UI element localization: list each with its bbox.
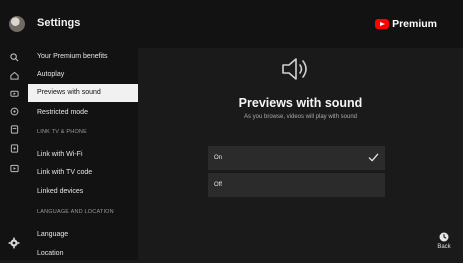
nav-rail [0,48,28,260]
back-button[interactable]: Back [430,232,458,250]
speaker-icon [282,58,307,80]
sidebar-item-link-tv-code[interactable]: Link with TV code [28,164,138,182]
checkmark-icon [368,153,379,162]
sidebar-item-previews-with-sound[interactable]: Previews with sound [28,84,138,102]
movies-icon[interactable] [10,144,19,153]
history-icon[interactable] [10,125,19,134]
library-icon[interactable] [10,107,19,116]
settings-menu: Your Premium benefits Autoplay Previews … [28,48,138,260]
option-off[interactable]: Off [208,173,385,197]
sidebar-item-premium-benefits[interactable]: Your Premium benefits [28,48,138,66]
sidebar-item-restricted-mode[interactable]: Restricted mode [28,104,138,122]
option-off-label: Off [214,182,222,188]
search-icon[interactable] [10,53,19,62]
gear-icon[interactable] [8,237,20,249]
panel-heading: Previews with sound [238,96,363,110]
section-header-language: LANGUAGE AND LOCATION [37,209,114,215]
main-panel: Previews with sound As you browse, video… [138,48,463,260]
sidebar-item-autoplay[interactable]: Autoplay [28,66,138,84]
sidebar-item-linked-devices[interactable]: Linked devices [28,183,138,201]
subscriptions-icon[interactable] [10,89,19,98]
sidebar-item-link-wifi[interactable]: Link with Wi-Fi [28,146,138,164]
option-on-label: On [214,155,223,161]
brand-text: Premium [392,18,437,30]
section-header-link-tv: LINK TV & PHONE [37,129,87,135]
brand-logo: Premium [375,18,437,30]
home-icon[interactable] [10,71,19,80]
sidebar-item-location[interactable]: Location [28,245,138,263]
top-bar: Settings Premium [0,0,463,48]
panel-subtitle: As you browse, videos will play with sou… [243,114,358,120]
youtube-logo-icon [375,19,390,29]
sidebar-item-language[interactable]: Language [28,226,138,244]
back-icon [439,232,449,242]
page-title: Settings [37,17,81,29]
option-on[interactable]: On [208,146,385,170]
avatar[interactable] [9,16,25,32]
back-label: Back [437,244,451,250]
downloads-icon[interactable] [10,164,19,173]
